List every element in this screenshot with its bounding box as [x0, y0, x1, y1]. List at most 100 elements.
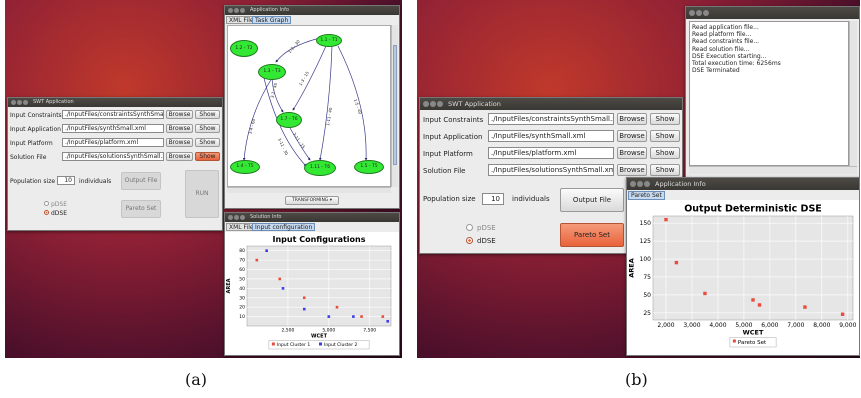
horizontal-scrollbar[interactable] [227, 187, 391, 193]
y-axis-label: AREA [226, 278, 232, 293]
solution-path-input[interactable]: ./InputFiles/solutionsSynthSmall.xml [62, 152, 164, 161]
application-path-input[interactable]: ./InputFiles/synthSmall.xml [62, 124, 164, 133]
graph-node[interactable]: 1.5 - T5 [354, 160, 384, 174]
pareto-set-button[interactable]: Pareto Set [560, 223, 624, 247]
show-button[interactable]: Show [650, 130, 680, 142]
tab-pareto-set[interactable]: Pareto Set [628, 191, 665, 200]
maximize-icon[interactable] [240, 8, 245, 13]
maximize-icon[interactable] [23, 100, 28, 105]
layout-select[interactable]: TRANSFORMING ▾ [285, 196, 339, 205]
maximize-icon[interactable] [703, 10, 709, 16]
data-point [335, 305, 339, 309]
ddse-radio[interactable] [44, 210, 49, 215]
log-line: Read constraints file... [692, 38, 760, 46]
ddse-label: dDSE [51, 210, 68, 217]
window-titlebar[interactable]: SWT Application [8, 98, 222, 107]
pareto-set-button[interactable]: Pareto Set [121, 200, 161, 218]
log-line: Read platform file... [692, 31, 752, 39]
y-tick-label: 25 [643, 310, 651, 317]
minimize-icon[interactable] [430, 101, 436, 107]
window-titlebar[interactable]: Solution Info [225, 213, 399, 222]
graph-node[interactable]: 1.11 - T6 [304, 160, 336, 176]
maximize-icon[interactable] [240, 215, 245, 220]
show-button[interactable]: Show [650, 164, 680, 176]
graph-node[interactable]: 1.3 - T3 [258, 64, 286, 80]
data-point [255, 258, 259, 262]
data-point [302, 307, 306, 311]
show-button[interactable]: Show [650, 113, 680, 125]
data-point [757, 303, 762, 307]
close-icon[interactable] [423, 101, 429, 107]
vertical-scrollbar[interactable] [391, 25, 398, 187]
window-titlebar[interactable]: Application Info [627, 178, 859, 190]
browse-button[interactable]: Browse [166, 138, 193, 147]
browse-button[interactable]: Browse [166, 152, 193, 161]
vertical-scrollbar[interactable] [849, 21, 857, 166]
show-button[interactable]: Show [195, 138, 220, 147]
graph-node[interactable]: 1.2 - T2 [230, 40, 258, 57]
tab-task-graph[interactable]: Task Graph [252, 16, 292, 24]
minimize-icon[interactable] [17, 100, 22, 105]
row-label: Input Constraints [10, 112, 62, 119]
y-tick-label: 70 [239, 258, 245, 264]
population-label: Population size [423, 195, 476, 203]
browse-button[interactable]: Browse [166, 110, 193, 119]
browse-button[interactable]: Browse [617, 130, 647, 142]
graph-node[interactable]: 1.1 - T1 [316, 34, 342, 47]
pdse-radio[interactable] [466, 224, 473, 231]
tab-input-configuration[interactable]: Input configuration [252, 223, 316, 231]
window-titlebar[interactable]: SWT Application [420, 98, 682, 110]
ddse-radio[interactable] [466, 237, 473, 244]
close-icon[interactable] [11, 100, 16, 105]
output-file-button[interactable]: Output File [121, 172, 161, 190]
horizontal-scrollbar[interactable] [689, 166, 857, 174]
data-point [840, 312, 845, 316]
graph-node[interactable]: 1.4 - T5 [230, 160, 260, 174]
minimize-icon[interactable] [637, 181, 643, 187]
graph-node[interactable]: 1.7 - T6 [276, 112, 302, 128]
close-icon[interactable] [630, 181, 636, 187]
run-button[interactable]: RUN [185, 170, 219, 218]
caption-b: (b) [625, 370, 648, 389]
platform-path-input[interactable]: ./InputFiles/platform.xml [62, 138, 164, 147]
solution-path-input[interactable]: ./InputFiles/solutionsSynthSmall.xml [488, 164, 614, 176]
minimize-icon[interactable] [234, 215, 239, 220]
constraints-path-input[interactable]: ./InputFiles/constraintsSynthSmall.xml [488, 113, 614, 125]
row-label: Input Application [10, 126, 61, 133]
minimize-icon[interactable] [234, 8, 239, 13]
individuals-label: individuals [512, 195, 550, 203]
output-file-button[interactable]: Output File [560, 188, 624, 212]
population-input[interactable]: 10 [482, 193, 504, 205]
constraints-path-input[interactable]: ./InputFiles/constraintsSynthSmall.xm [62, 110, 164, 119]
x-tick-label: 2,000 [657, 322, 674, 329]
chart-title: Output Deterministic DSE [684, 204, 822, 215]
pdse-radio[interactable] [44, 201, 49, 206]
scrollbar-thumb[interactable] [393, 45, 397, 165]
maximize-icon[interactable] [437, 101, 443, 107]
show-button[interactable]: Show [650, 147, 680, 159]
x-tick-label: 2,500 [281, 328, 294, 334]
data-point [278, 277, 282, 281]
close-icon[interactable] [228, 8, 233, 13]
x-tick-label: 9,000 [839, 322, 856, 329]
y-tick-label: 50 [643, 292, 651, 299]
show-button[interactable]: Show [195, 110, 220, 119]
close-icon[interactable] [228, 215, 233, 220]
show-button[interactable]: Show [195, 124, 220, 133]
window-titlebar[interactable] [686, 7, 859, 19]
browse-button[interactable]: Browse [617, 147, 647, 159]
caption-a: (a) [185, 370, 208, 389]
close-icon[interactable] [689, 10, 695, 16]
row-label: Input Platform [423, 150, 473, 158]
browse-button[interactable]: Browse [166, 124, 193, 133]
minimize-icon[interactable] [696, 10, 702, 16]
population-input[interactable]: 10 [57, 176, 75, 185]
platform-path-input[interactable]: ./InputFiles/platform.xml [488, 147, 614, 159]
application-path-input[interactable]: ./InputFiles/synthSmall.xml [488, 130, 614, 142]
maximize-icon[interactable] [644, 181, 650, 187]
show-button[interactable]: Show [195, 152, 220, 161]
browse-button[interactable]: Browse [617, 164, 647, 176]
window-titlebar[interactable]: Application Info [225, 6, 399, 15]
browse-button[interactable]: Browse [617, 113, 647, 125]
individuals-label: individuals [79, 178, 112, 185]
